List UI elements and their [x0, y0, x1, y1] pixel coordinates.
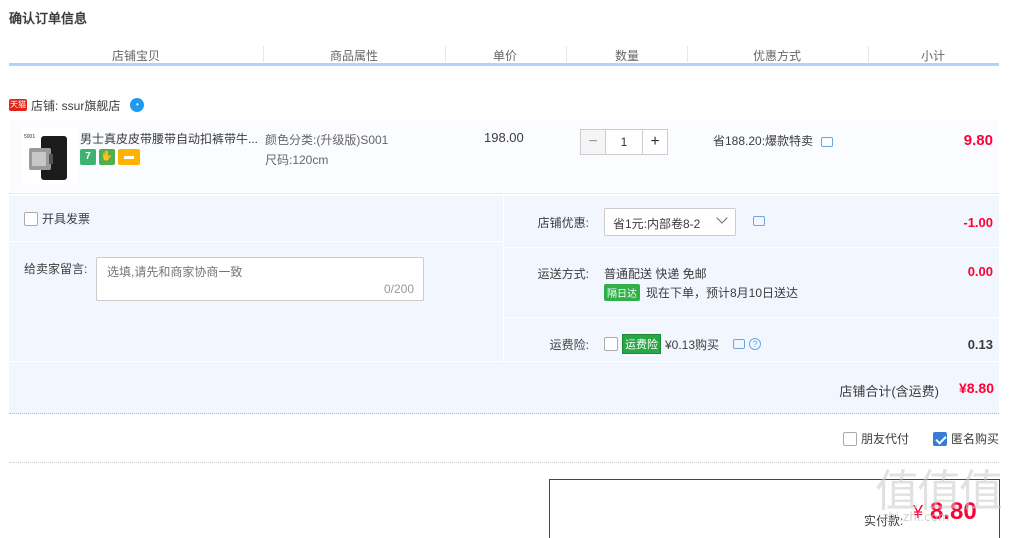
help-icon[interactable]: ? — [749, 338, 762, 350]
col-separator — [263, 46, 264, 62]
order-summary-panel: 店铺优惠: 省1元:内部卷8-2 -1.00 运送方式: 普通配送 快递 免邮 … — [504, 196, 999, 361]
comment-icon[interactable] — [821, 136, 834, 147]
next-day-delivery-badge: 隔日达 — [604, 284, 640, 301]
credit-card-icon: ▬ — [118, 149, 140, 165]
watermark-sub: zhi.zhi.com — [882, 510, 950, 524]
insurance-checkbox[interactable] — [604, 337, 618, 351]
comment-icon[interactable] — [733, 339, 746, 349]
column-headers: 店铺宝贝 商品属性 单价 数量 优惠方式 小计 — [9, 44, 999, 66]
message-box: 0/200 — [96, 257, 424, 301]
shop-discount-label: 店铺优惠: — [537, 216, 589, 230]
product-thumbnail[interactable]: 5001 — [21, 128, 77, 184]
shipping-value: 0.00 — [967, 264, 993, 279]
guarantee-icon: ✋ — [99, 149, 115, 165]
cart-item-row: 5001 男士真皮皮带腰带自动扣裤带牛... 7 ✋ ▬ 颜色分类:(升级版)S… — [9, 120, 999, 194]
order-options-panel: 开具发票 给卖家留言: 0/200 — [9, 196, 503, 361]
message-label: 给卖家留言: — [24, 262, 88, 276]
promotion-text: 省188.20:爆款特卖 — [713, 134, 814, 148]
col-separator — [687, 46, 688, 62]
anonymous-checkbox[interactable] — [932, 431, 947, 446]
thumb-label: 5001 — [24, 134, 35, 140]
message-char-count: 0/200 — [383, 282, 414, 296]
insurance-price: ¥0.13购买 — [665, 337, 720, 352]
divider — [504, 317, 999, 318]
wangwang-chat-icon[interactable]: • — [130, 98, 145, 112]
col-header-unit-price: 单价 — [493, 49, 518, 63]
col-header-subtotal: 小计 — [921, 49, 946, 63]
friend-pay-label: 朋友代付 — [860, 432, 909, 446]
shop-total-value: ¥8.80 — [958, 380, 994, 396]
col-header-attributes: 商品属性 — [330, 49, 379, 63]
product-attr-color: 颜色分类:(升级版)S001 — [265, 133, 389, 147]
item-subtotal: 9.80 — [963, 132, 993, 149]
anonymous-label: 匿名购买 — [950, 432, 999, 446]
payment-options: 朋友代付 匿名购买 — [842, 430, 999, 447]
quantity-input[interactable] — [606, 129, 642, 155]
seller-message-input[interactable] — [97, 258, 423, 300]
invoice-option[interactable]: 开具发票 — [24, 210, 90, 227]
friend-pay-option[interactable]: 朋友代付 — [842, 430, 909, 447]
coupon-selected-value: 省1元:内部卷8-2 — [613, 217, 701, 231]
invoice-checkbox[interactable] — [24, 211, 38, 226]
increase-quantity-button[interactable]: + — [642, 129, 668, 155]
shipping-insurance-option: 运费险 ¥0.13购买 ? — [604, 334, 762, 354]
shipping-eta: 现在下单，预计8月10日送达 — [646, 286, 799, 300]
page-title: 确认订单信息 — [9, 11, 88, 26]
col-separator — [868, 46, 869, 62]
product-attr-size: 尺码:120cm — [265, 153, 329, 167]
col-header-shop-item: 店铺宝贝 — [112, 49, 161, 63]
shipping-label: 运送方式: — [537, 267, 589, 281]
quantity-stepper: − + — [580, 129, 668, 155]
col-header-quantity: 数量 — [615, 49, 640, 63]
col-separator — [566, 46, 567, 62]
comment-icon[interactable] — [753, 216, 765, 226]
insurance-badge: 运费险 — [622, 334, 661, 354]
invoice-label: 开具发票 — [42, 212, 91, 226]
product-name-link[interactable]: 男士真皮皮带腰带自动扣裤带牛... — [80, 130, 265, 147]
shop-total-label: 店铺合计(含运费) — [839, 384, 939, 399]
friend-pay-checkbox[interactable] — [842, 431, 857, 446]
seven-day-return-icon: 7 — [80, 149, 96, 165]
service-icons: 7 ✋ ▬ — [80, 149, 140, 165]
insurance-value: 0.13 — [967, 337, 993, 352]
col-separator — [445, 46, 446, 62]
shop-row: 天猫 店铺: ssur旗舰店 • — [9, 95, 145, 115]
col-header-discount: 优惠方式 — [753, 49, 802, 63]
insurance-label: 运费险: — [549, 338, 589, 352]
divider — [9, 462, 999, 463]
divider — [504, 247, 999, 248]
shipping-eta-row: 隔日达 现在下单，预计8月10日送达 — [604, 284, 798, 301]
shop-discount-value: -1.00 — [963, 215, 993, 230]
chevron-down-icon — [716, 212, 728, 224]
promotion: 省188.20:爆款特卖 — [713, 132, 834, 149]
shipping-method: 普通配送 快递 免邮 — [604, 267, 707, 281]
coupon-select[interactable]: 省1元:内部卷8-2 — [604, 208, 736, 236]
tmall-icon: 天猫 — [9, 99, 27, 111]
divider — [9, 241, 503, 242]
unit-price: 198.00 — [484, 130, 524, 145]
anonymous-option[interactable]: 匿名购买 — [932, 430, 999, 447]
shop-name-link[interactable]: 店铺: ssur旗舰店 — [31, 97, 120, 114]
shop-total-row: 店铺合计(含运费) ¥8.80 — [9, 362, 999, 414]
decrease-quantity-button[interactable]: − — [580, 129, 606, 155]
